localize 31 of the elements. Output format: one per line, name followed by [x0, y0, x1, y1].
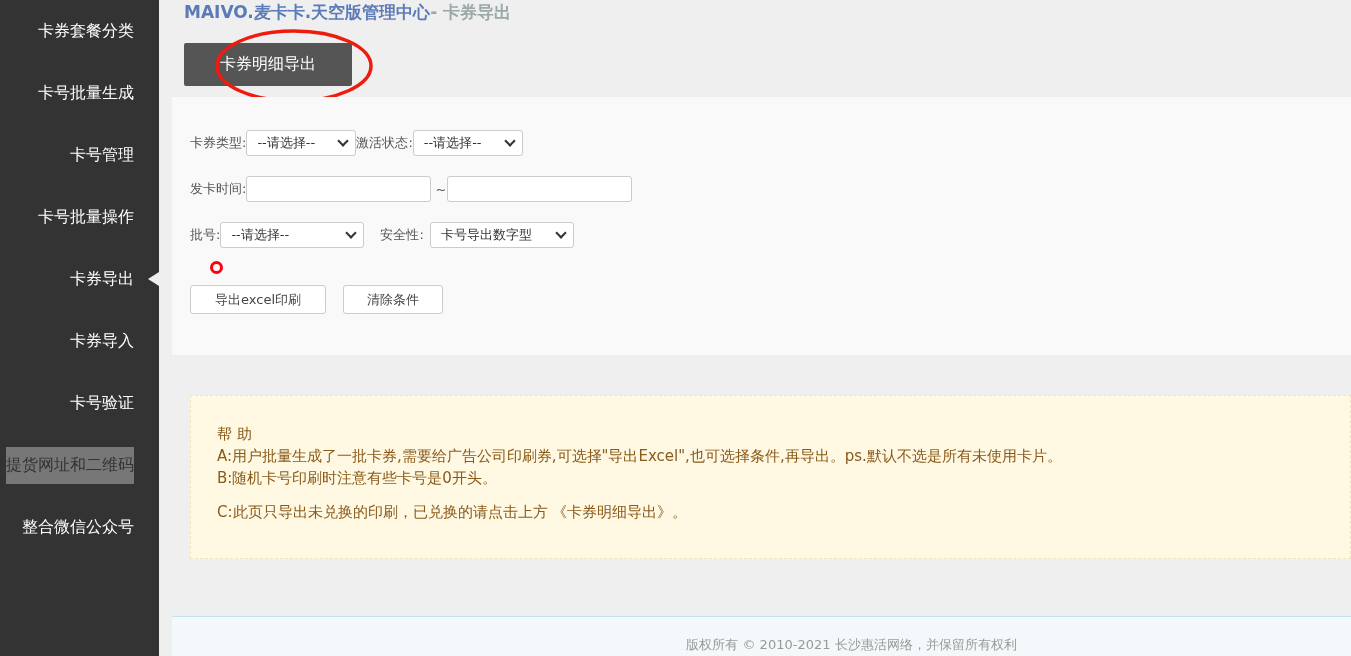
breadcrumb-text: - 卡券导出	[430, 2, 512, 22]
field-label: 发卡时间:	[190, 180, 247, 199]
sidebar-item[interactable]: 卡券导出	[70, 260, 134, 298]
help-text: B:随机卡号印刷时注意有些卡号是0开头。	[217, 468, 498, 490]
select-field[interactable]: --请选择--	[246, 130, 357, 157]
help-text: C:此页只导出未兑换的印刷，已兑换的请点击上方 《卡券明细导出》。	[217, 502, 689, 524]
form-button[interactable]: 清除条件	[343, 285, 443, 315]
annotation-dot	[210, 261, 223, 275]
select-field[interactable]: --请选择--	[412, 130, 523, 157]
sidebar-item[interactable]: 整合微信公众号	[22, 508, 134, 546]
page-title: MAIVO.麦卡卡.天空版管理中心	[184, 2, 431, 22]
form-button[interactable]: 导出excel印刷	[190, 285, 326, 315]
sidebar-item[interactable]: 卡号批量生成	[38, 74, 134, 112]
sidebar-item[interactable]: 卡券导入	[70, 322, 134, 360]
select-field[interactable]: 卡号导出数字型	[429, 222, 574, 249]
detail-export-button[interactable]: 卡券明细导出	[184, 43, 352, 87]
sidebar-item[interactable]: 卡号批量操作	[38, 198, 134, 236]
help-text: A:用户批量生成了一批卡券,需要给广告公司印刷券,可选择"导出Excel",也可选择条件,再导出。ps.默认不选是所有未使用卡片。	[217, 446, 1063, 468]
field-label: 激活状态:	[356, 134, 413, 153]
field-label: 安全性:	[380, 226, 424, 245]
help-title: 帮 助	[217, 424, 253, 446]
sidebar-item[interactable]: 卡号管理	[70, 136, 134, 174]
field-label: 批号:	[190, 226, 221, 245]
sidebar-item[interactable]: 卡券套餐分类	[38, 12, 134, 50]
field-label: 卡券类型:	[190, 134, 247, 153]
select-field[interactable]: --请选择--	[220, 222, 365, 249]
copyright-text: 版权所有 © 2010-2021 长沙惠活网络，并保留所有权利	[685, 636, 1017, 654]
range-separator: ~	[435, 181, 447, 197]
date-input-field[interactable]	[246, 176, 432, 203]
sidebar-item[interactable]: 卡号验证	[70, 384, 134, 422]
date-input-field[interactable]	[447, 176, 633, 203]
